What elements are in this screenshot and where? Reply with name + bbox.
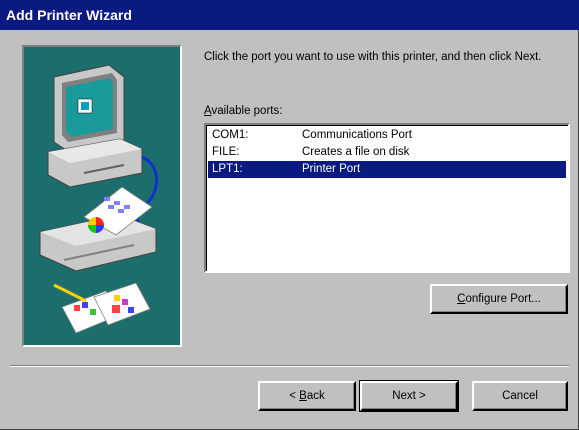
back-button-mnemonic: B bbox=[299, 390, 307, 402]
port-row-lpt1[interactable]: LPT1: Printer Port bbox=[208, 161, 566, 178]
port-row-com1[interactable]: COM1: Communications Port bbox=[208, 127, 566, 144]
available-ports-listbox[interactable]: COM1: Communications Port FILE: Creates … bbox=[204, 123, 570, 273]
port-row-file[interactable]: FILE: Creates a file on disk bbox=[208, 144, 566, 161]
port-name: FILE: bbox=[212, 146, 240, 158]
back-button-label-rest: ack bbox=[306, 390, 325, 402]
title-bar: Add Printer Wizard bbox=[0, 0, 579, 30]
back-button[interactable]: < Back bbox=[258, 381, 356, 411]
computer-printer-illustration-icon bbox=[22, 45, 182, 347]
port-description: Printer Port bbox=[302, 163, 361, 175]
add-printer-wizard-window: Add Printer Wizard Click the port you wa… bbox=[0, 0, 579, 430]
available-ports-label: Available ports: bbox=[204, 105, 282, 117]
back-button-prefix: < bbox=[289, 390, 300, 402]
instructions-text: Click the port you want to use with this… bbox=[204, 51, 542, 63]
footer-divider bbox=[10, 365, 569, 367]
port-description: Communications Port bbox=[302, 129, 412, 141]
configure-port-label-rest: onfigure Port... bbox=[465, 293, 541, 305]
cancel-button[interactable]: Cancel bbox=[472, 381, 568, 411]
next-button[interactable]: Next > bbox=[359, 380, 459, 412]
configure-port-button[interactable]: Configure Port... bbox=[430, 284, 568, 314]
port-name: COM1: bbox=[212, 129, 249, 141]
port-name: LPT1: bbox=[212, 163, 243, 175]
port-description: Creates a file on disk bbox=[302, 146, 410, 158]
available-ports-label-rest: vailable ports: bbox=[211, 105, 283, 117]
